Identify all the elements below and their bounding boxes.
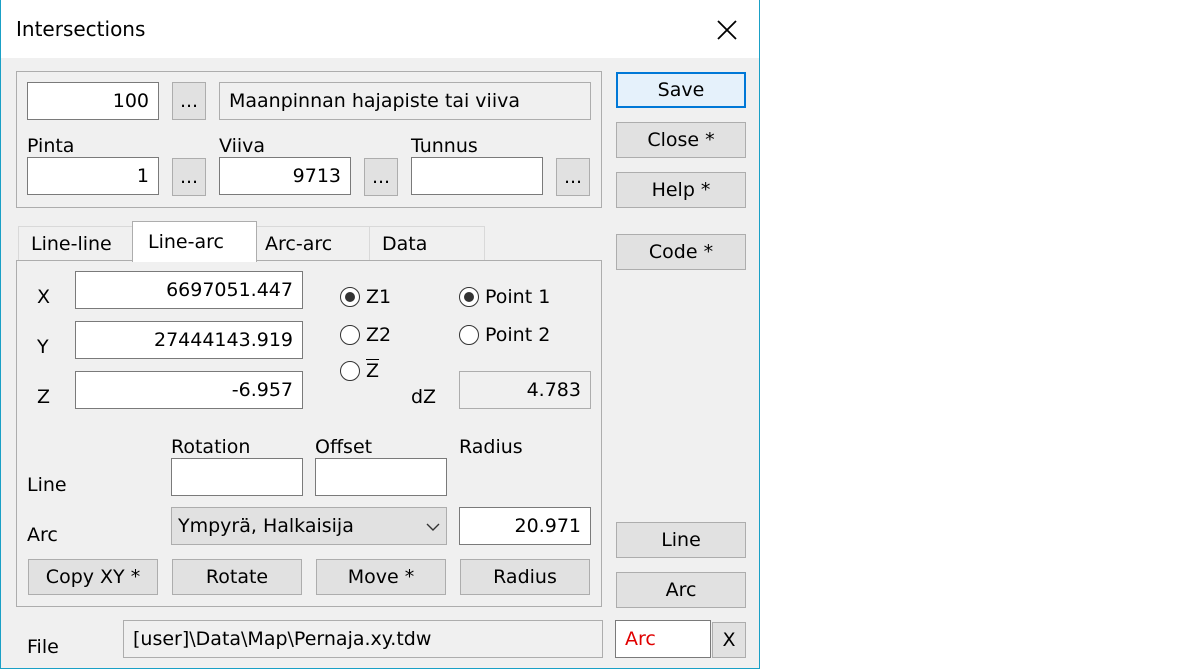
tunnus-label: Tunnus [411, 135, 478, 157]
viiva-label: Viiva [219, 135, 266, 157]
file-label: File [27, 636, 59, 658]
radio-z2-indicator [340, 325, 360, 345]
radio-z-mean-label: Z [366, 360, 380, 382]
radio-z2-label: Z2 [366, 324, 392, 346]
chevron-down-icon [426, 515, 440, 537]
x-label: X [37, 286, 51, 308]
pinta-field[interactable]: 1 [27, 157, 159, 195]
arc-row-label: Arc [27, 524, 58, 546]
description-field: Maanpinnan hajapiste tai viiva [219, 82, 591, 120]
tab-arc-arc[interactable]: Arc-arc [256, 226, 370, 260]
radio-z-mean-indicator [340, 361, 360, 381]
rotation-field[interactable] [171, 458, 303, 496]
tab-line-line[interactable]: Line-line [18, 226, 133, 260]
mode-field: Arc [615, 620, 711, 658]
radius-label: Radius [459, 436, 523, 458]
arc-button[interactable]: Arc [616, 572, 746, 608]
clear-mode-button[interactable]: X [712, 622, 746, 658]
copy-xy-button[interactable]: Copy XY * [28, 559, 158, 595]
intersections-dialog: Intersections 100 ... Maanpinnan hajapis… [0, 0, 760, 669]
radio-point-2[interactable]: Point 2 [459, 324, 550, 346]
line-row-label: Line [27, 474, 67, 496]
move-button[interactable]: Move * [316, 559, 446, 595]
radio-z1-indicator [340, 287, 360, 307]
x-field[interactable]: 6697051.447 [75, 271, 303, 309]
viiva-field[interactable]: 9713 [219, 157, 351, 195]
radio-z-mean[interactable]: Z [340, 360, 379, 382]
code-field[interactable]: 100 [27, 82, 159, 120]
radio-point-2-label: Point 2 [485, 324, 551, 346]
file-path-field: [user]\Data\Map\Pernaja.xy.tdw [123, 620, 603, 658]
code-button[interactable]: Code * [616, 234, 746, 270]
save-button[interactable]: Save [616, 72, 746, 108]
tunnus-field[interactable] [411, 157, 543, 195]
radio-point-1-label: Point 1 [485, 286, 551, 308]
pinta-browse-button[interactable]: ... [172, 158, 206, 196]
tab-panel [16, 260, 602, 607]
tunnus-browse-button[interactable]: ... [556, 158, 590, 196]
radius-button[interactable]: Radius [460, 559, 590, 595]
radio-z2[interactable]: Z2 [340, 324, 391, 346]
close-button[interactable]: Close * [616, 122, 746, 158]
radio-point-1-indicator [459, 287, 479, 307]
title-bar: Intersections [1, 0, 759, 58]
rotation-label: Rotation [171, 436, 251, 458]
rotate-button[interactable]: Rotate [172, 559, 302, 595]
arc-type-select[interactable]: Ympyrä, Halkaisija [171, 507, 447, 545]
dz-field: 4.783 [459, 371, 591, 409]
offset-field[interactable] [315, 458, 447, 496]
radio-z1-label: Z1 [366, 286, 392, 308]
z-field[interactable]: -6.957 [75, 371, 303, 409]
viiva-browse-button[interactable]: ... [364, 158, 398, 196]
arc-type-value: Ympyrä, Halkaisija [178, 515, 354, 537]
radio-z1[interactable]: Z1 [340, 286, 391, 308]
close-icon[interactable] [707, 10, 747, 50]
dz-label: dZ [411, 386, 437, 408]
pinta-label: Pinta [27, 135, 75, 157]
radio-point-2-indicator [459, 325, 479, 345]
y-label: Y [37, 336, 49, 358]
line-button[interactable]: Line [616, 522, 746, 558]
window-title: Intersections [16, 17, 146, 41]
y-field[interactable]: 27444143.919 [75, 321, 303, 359]
tab-data[interactable]: Data [369, 226, 485, 260]
offset-label: Offset [315, 436, 373, 458]
help-button[interactable]: Help * [616, 172, 746, 208]
tab-line-arc[interactable]: Line-arc [132, 221, 257, 262]
radio-point-1[interactable]: Point 1 [459, 286, 550, 308]
code-browse-button[interactable]: ... [172, 82, 206, 120]
radius-field[interactable]: 20.971 [459, 507, 591, 545]
z-label: Z [37, 386, 51, 408]
